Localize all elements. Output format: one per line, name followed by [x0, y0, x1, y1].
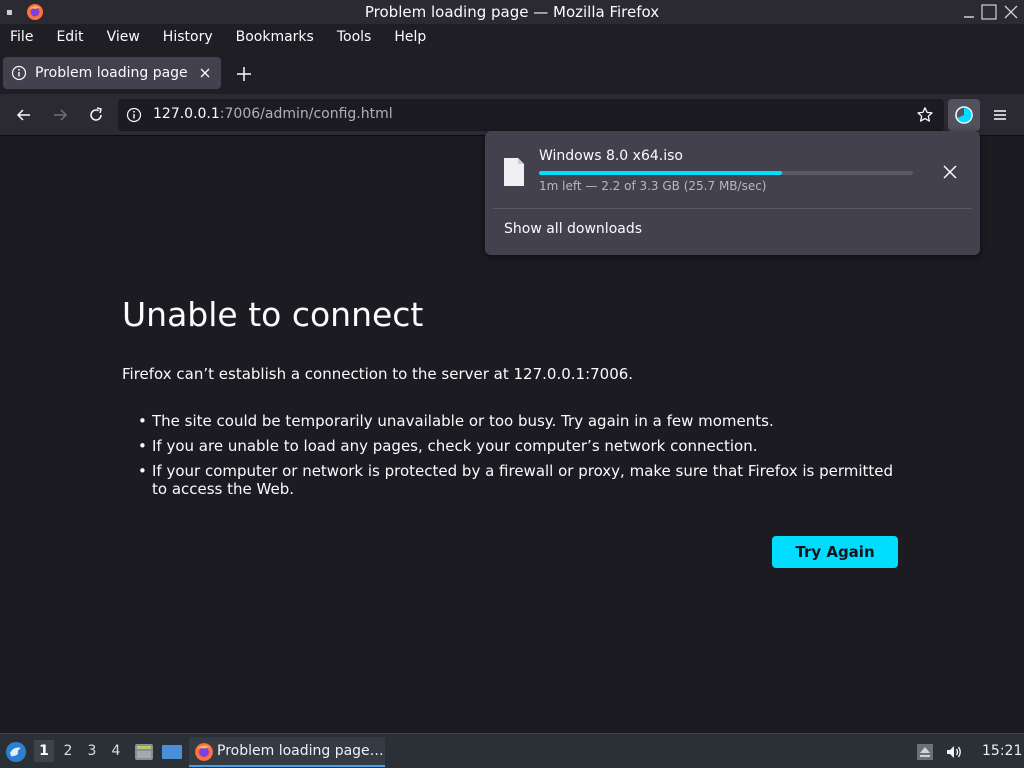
download-progress-bar	[539, 171, 913, 175]
download-file-name[interactable]: Windows 8.0 x64.iso	[539, 148, 683, 164]
hamburger-menu-icon[interactable]	[990, 105, 1010, 125]
site-info-icon[interactable]	[126, 107, 142, 123]
bookmark-star-icon[interactable]	[916, 106, 934, 124]
minimize-icon[interactable]	[960, 3, 978, 21]
firefox-logo-icon	[27, 4, 43, 20]
workspace-1[interactable]: 1	[34, 740, 54, 762]
suggestion-item: If your computer or network is protected…	[138, 462, 908, 498]
url-bar[interactable]: 127.0.0.1:7006/admin/config.html	[118, 99, 944, 131]
workspace-2[interactable]: 2	[58, 743, 78, 759]
url-host: 127.0.0.1	[153, 106, 220, 122]
eject-icon[interactable]	[915, 742, 935, 762]
cancel-download-icon[interactable]	[942, 164, 958, 180]
menu-file[interactable]: File	[4, 29, 39, 45]
suggestion-item: If you are unable to load any pages, che…	[138, 437, 908, 455]
desktop-icon[interactable]	[161, 741, 183, 763]
reload-icon[interactable]	[86, 105, 106, 125]
window-title: Problem loading page — Mozilla Firefox	[364, 3, 660, 21]
menu-tools[interactable]: Tools	[331, 29, 378, 45]
file-manager-icon[interactable]	[133, 741, 155, 763]
new-tab-icon[interactable]	[234, 64, 254, 84]
info-icon	[11, 65, 27, 81]
panel-divider	[493, 208, 972, 209]
error-suggestions: The site could be temporarily unavailabl…	[138, 412, 908, 505]
volume-icon[interactable]	[944, 742, 964, 762]
workspace-3[interactable]: 3	[82, 743, 102, 759]
try-again-button[interactable]: Try Again	[772, 536, 898, 568]
start-menu-icon[interactable]	[5, 741, 27, 763]
maximize-icon[interactable]	[980, 3, 998, 21]
workspace-4[interactable]: 4	[106, 743, 126, 759]
url-path: :7006/admin/config.html	[219, 106, 393, 122]
window-menu-icon[interactable]: ▪	[6, 7, 20, 18]
forward-arrow-icon[interactable]	[50, 105, 70, 125]
show-all-downloads-button[interactable]: Show all downloads	[504, 221, 642, 237]
close-window-icon[interactable]	[1002, 3, 1020, 21]
window-titlebar: ▪ Problem loading page — Mozilla Firefox	[0, 0, 1024, 24]
menu-view[interactable]: View	[101, 29, 146, 45]
downloads-button[interactable]	[948, 99, 980, 131]
clock: 15:21	[982, 743, 1023, 759]
taskbar-firefox-task[interactable]: Problem loading page…	[189, 737, 385, 767]
back-arrow-icon[interactable]	[14, 105, 34, 125]
close-tab-icon[interactable]	[197, 65, 213, 81]
menu-bookmarks[interactable]: Bookmarks	[230, 29, 320, 45]
url-text[interactable]: 127.0.0.1:7006/admin/config.html	[153, 106, 393, 122]
download-status: 1m left — 2.2 of 3.3 GB (25.7 MB/sec)	[539, 179, 767, 193]
menu-bar: File Edit View History Bookmarks Tools H…	[0, 24, 1024, 50]
menu-help[interactable]: Help	[388, 29, 432, 45]
menu-history[interactable]: History	[157, 29, 219, 45]
taskbar-task-label: Problem loading page…	[217, 743, 384, 759]
downloads-panel: Windows 8.0 x64.iso 1m left — 2.2 of 3.3…	[485, 131, 980, 255]
tab-label: Problem loading page	[35, 65, 188, 81]
download-progress-icon	[955, 106, 973, 124]
navigation-toolbar: 127.0.0.1:7006/admin/config.html	[0, 94, 1024, 136]
taskbar: 1 2 3 4 Problem loading page… 15:21	[0, 733, 1024, 768]
tab-strip: Problem loading page	[0, 50, 1024, 94]
menu-edit[interactable]: Edit	[50, 29, 89, 45]
error-description: Firefox can’t establish a connection to …	[122, 365, 634, 383]
error-title: Unable to connect	[122, 295, 424, 334]
suggestion-item: The site could be temporarily unavailabl…	[138, 412, 908, 430]
firefox-task-icon	[195, 743, 213, 761]
tab-problem-loading[interactable]: Problem loading page	[3, 57, 221, 89]
download-progress-fill	[539, 171, 783, 175]
file-icon	[504, 158, 524, 186]
